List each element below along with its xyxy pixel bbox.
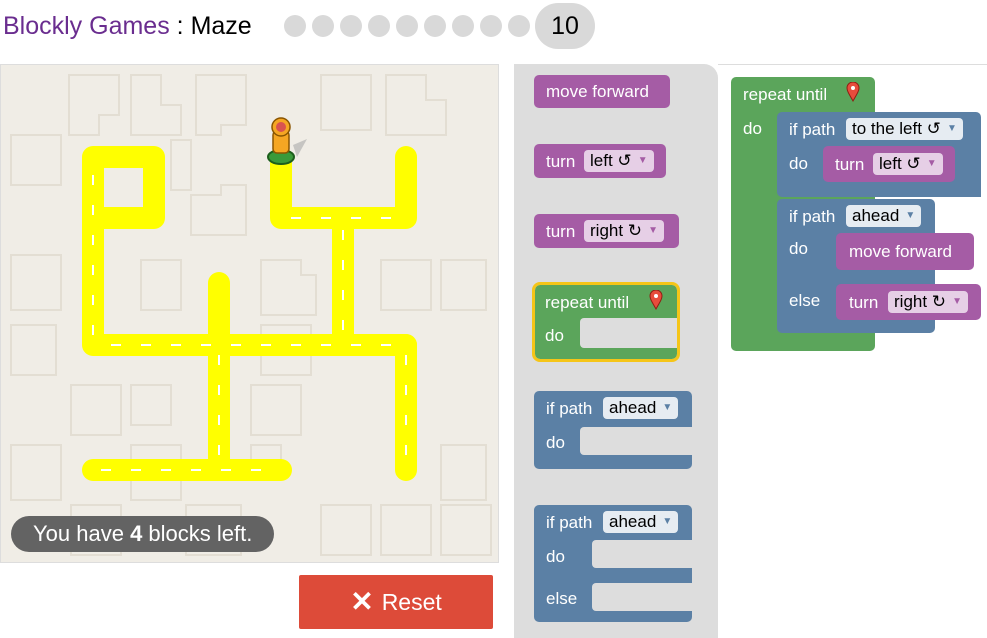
block-label: move forward (546, 82, 649, 101)
level-dot[interactable] (424, 15, 446, 37)
else-statement-slot[interactable] (592, 583, 692, 611)
do-label: do (545, 326, 564, 345)
path-dropdown[interactable]: ahead ▼ (603, 511, 679, 533)
goal-marker-icon (846, 82, 860, 102)
statement-slot[interactable] (580, 427, 692, 455)
direction-dropdown[interactable]: left ↺ ▼ (873, 153, 943, 175)
workspace-turn-left-block[interactable]: turn left ↺ ▼ (823, 146, 955, 182)
dropdown-value: ahead (852, 206, 900, 225)
else-label: else (789, 291, 821, 310)
else-label: else (546, 589, 578, 608)
statement-slot[interactable] (592, 540, 692, 568)
dropdown-arrow-icon: ▼ (952, 296, 963, 307)
dropdown-value: right ↻ (590, 221, 643, 240)
dropdown-arrow-icon: ▼ (637, 155, 648, 166)
maze-svg (10, 74, 492, 556)
reset-button[interactable]: ✕ Reset (299, 575, 493, 629)
capacity-prefix: You have (33, 521, 131, 546)
dropdown-value: left ↺ (879, 154, 921, 173)
turn-right-block[interactable]: turn right ↻ ▼ (534, 214, 679, 248)
direction-dropdown[interactable]: right ↻ ▼ (888, 291, 969, 313)
if-else-path-block[interactable]: if path ahead ▼ do else (534, 505, 692, 622)
block-label: turn (546, 152, 576, 171)
header: Blockly Games : Maze 10 (0, 0, 987, 55)
maze-path (82, 146, 417, 481)
block-label: turn (835, 155, 865, 174)
dropdown-arrow-icon: ▼ (947, 123, 957, 134)
pegman-icon (267, 117, 307, 165)
level-dot[interactable] (396, 15, 418, 37)
do-label: do (789, 239, 808, 258)
goal-marker-icon (649, 290, 663, 310)
dropdown-value: to the left ↺ (852, 119, 941, 138)
dropdown-arrow-icon: ▼ (926, 158, 937, 169)
dropdown-value: right ↻ (894, 292, 947, 311)
reset-button-label: Reset (381, 588, 442, 615)
block-label: turn (849, 293, 879, 312)
block-label: turn (546, 222, 576, 241)
level-dot[interactable] (508, 15, 530, 37)
repeat-until-block[interactable]: repeat until do (532, 282, 680, 362)
workspace-top-border (718, 64, 987, 65)
path-dropdown[interactable]: to the left ↺ ▼ (846, 118, 963, 140)
game-name: Maze (190, 12, 252, 40)
capacity-indicator: You have 4 blocks left. (11, 516, 275, 552)
block-label: if path (789, 207, 836, 226)
block-label: if path (546, 513, 593, 532)
dropdown-value: left ↺ (590, 151, 632, 170)
do-label: do (789, 154, 808, 173)
title-separator: : (169, 12, 191, 40)
level-dot[interactable] (452, 15, 474, 37)
path-dropdown[interactable]: ahead ▼ (603, 397, 679, 419)
app-name-link[interactable]: Blockly Games (3, 12, 170, 40)
dropdown-value: ahead (609, 512, 657, 531)
block-label: repeat until (545, 293, 630, 312)
level-dot[interactable] (284, 15, 306, 37)
move-forward-block[interactable]: move forward (534, 75, 670, 108)
level-dot[interactable] (480, 15, 502, 37)
capacity-count: 4 (130, 521, 143, 546)
block-label: move forward (849, 242, 952, 261)
direction-dropdown[interactable]: left ↺ ▼ (584, 150, 654, 172)
current-level-badge[interactable]: 10 (535, 3, 595, 49)
workspace-turn-right-block[interactable]: turn right ↻ ▼ (836, 284, 981, 320)
level-dot[interactable] (340, 15, 362, 37)
if-path-block[interactable]: if path ahead ▼ do (534, 391, 692, 469)
turn-left-block[interactable]: turn left ↺ ▼ (534, 144, 666, 178)
dropdown-arrow-icon: ▼ (905, 210, 916, 221)
path-dropdown[interactable]: ahead ▼ (846, 205, 922, 227)
direction-dropdown[interactable]: right ↻ ▼ (584, 220, 665, 242)
page-title: Blockly Games : Maze (3, 12, 252, 41)
dropdown-arrow-icon: ▼ (662, 516, 673, 527)
statement-slot[interactable] (580, 318, 677, 348)
maze-canvas (0, 64, 499, 563)
level-dot[interactable] (312, 15, 334, 37)
block-label: repeat until (743, 85, 828, 104)
block-label: if path (789, 120, 836, 139)
workspace-move-forward-block[interactable]: move forward (836, 233, 974, 270)
dropdown-value: ahead (609, 398, 657, 417)
block-label: if path (546, 399, 593, 418)
do-label: do (546, 547, 565, 566)
close-icon: ✕ (350, 586, 374, 617)
do-label: do (743, 119, 762, 138)
capacity-suffix: blocks left. (142, 521, 253, 546)
do-label: do (546, 433, 565, 452)
dropdown-arrow-icon: ▼ (648, 225, 659, 236)
dropdown-arrow-icon: ▼ (662, 402, 673, 413)
level-dot[interactable] (368, 15, 390, 37)
